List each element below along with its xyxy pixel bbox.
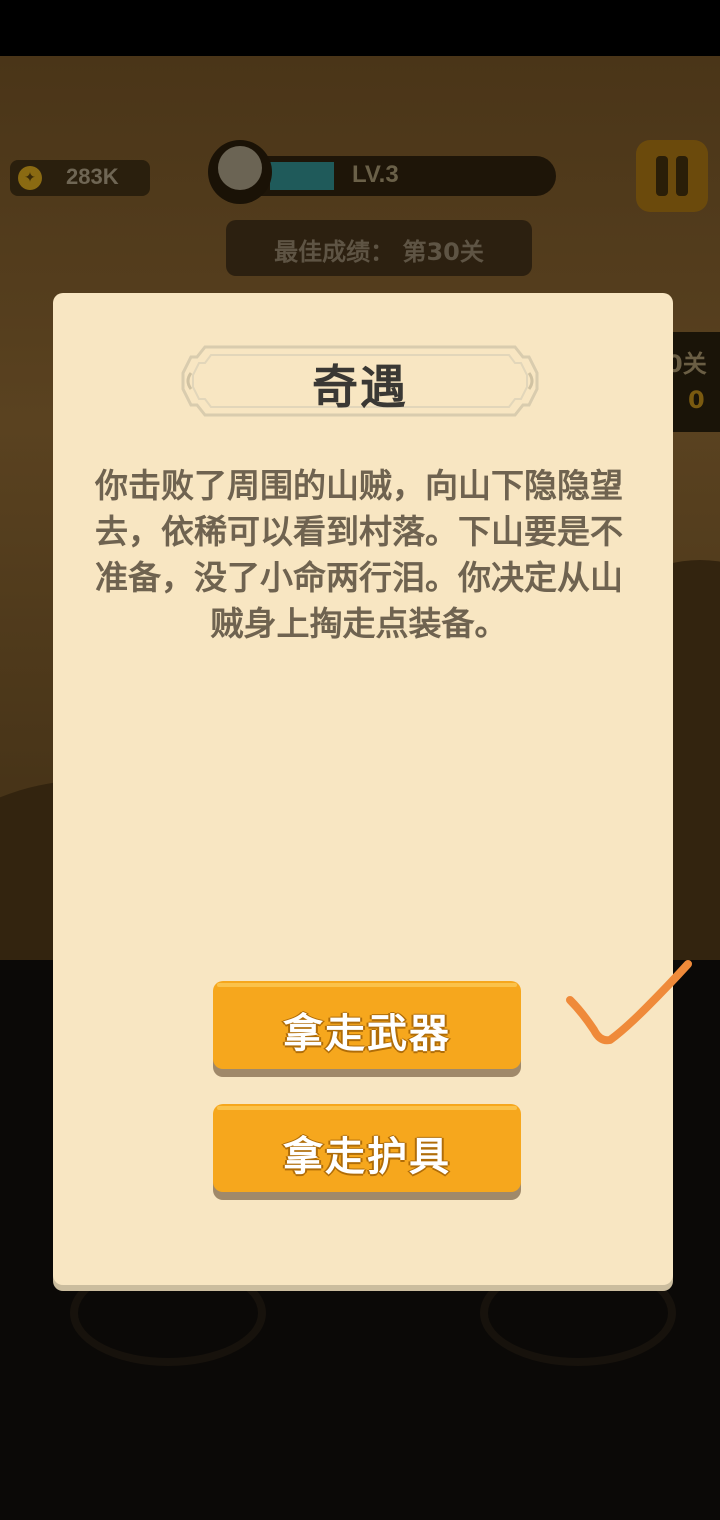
encounter-dialog: 奇遇 你击败了周围的山贼，向山下隐隐望去，依稀可以看到村落。下山要是不准备，没了… (53, 293, 673, 1285)
coin-icon: ✦ (18, 166, 42, 190)
level-label: LV.3 (352, 161, 399, 188)
avatar-icon (218, 146, 262, 190)
pause-icon (676, 156, 688, 196)
take-weapon-button[interactable]: 拿走武器 (213, 981, 521, 1069)
level-progress-bar: LV.3 (240, 156, 556, 196)
take-armor-button[interactable]: 拿走护具 (213, 1104, 521, 1192)
title-banner: 奇遇 (177, 343, 543, 419)
button-highlight (217, 983, 517, 987)
avatar[interactable] (208, 140, 272, 204)
coin-value: 283K (66, 164, 119, 189)
take-armor-label: 拿走护具 (283, 1134, 451, 1180)
side-panel-value: 0 (688, 386, 705, 414)
dialog-title: 奇遇 (312, 360, 408, 414)
button-highlight (217, 1106, 517, 1110)
story-text: 你击败了周围的山贼，向山下隐隐望去，依稀可以看到村落。下山要是不准备，没了小命两… (95, 466, 623, 643)
best-score: 最佳成绩： 第30关 (274, 238, 484, 266)
level-progress-fill (270, 162, 334, 190)
status-bar (0, 0, 720, 56)
pause-icon (656, 156, 668, 196)
coin-counter: ✦ 283K (10, 160, 150, 196)
pause-button[interactable] (636, 140, 708, 212)
take-weapon-label: 拿走武器 (283, 1011, 451, 1057)
best-score-box: 最佳成绩： 第30关 (226, 220, 532, 276)
game-screen: ✦ 283K LV.3 最佳成绩： 第30关 0关 0 奇遇 你击败了周围的山贼… (0, 0, 720, 1520)
check-icon (566, 960, 692, 1045)
